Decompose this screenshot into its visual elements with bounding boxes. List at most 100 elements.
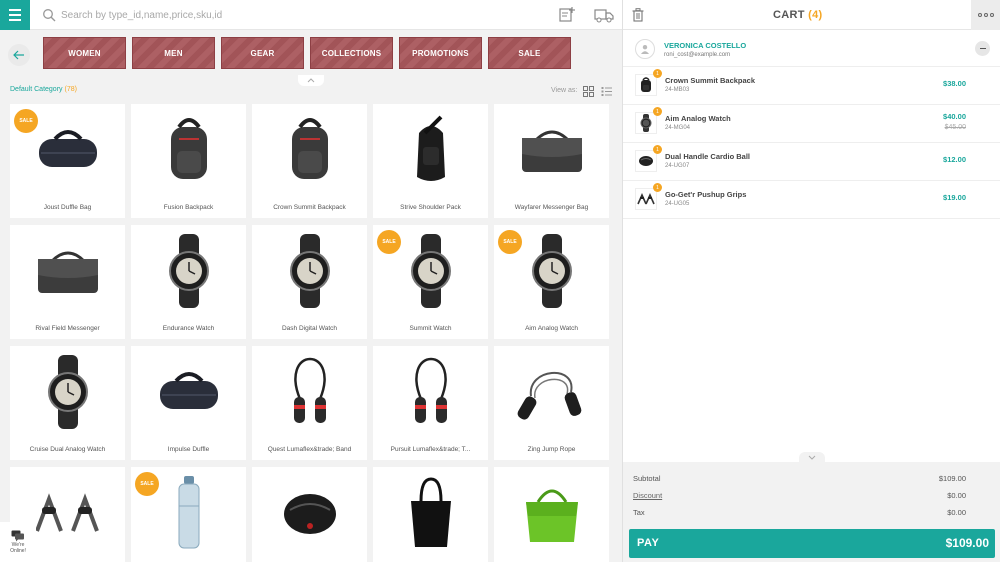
item-original-price: $45.00 <box>944 124 966 131</box>
sale-badge: SALE <box>14 109 38 133</box>
backpack-icon <box>635 74 657 96</box>
product-card[interactable]: Dash Digital Watch <box>252 225 367 339</box>
grid-view-icon[interactable] <box>583 86 594 97</box>
product-name: Fusion Backpack <box>163 204 214 211</box>
product-name: Strive Shoulder Pack <box>400 204 461 211</box>
chat-widget[interactable]: We're Online! <box>0 522 36 562</box>
sale-badge: SALE <box>135 472 159 496</box>
sale-badge: SALE <box>498 230 522 254</box>
category-women[interactable]: WOMEN <box>43 37 126 69</box>
top-bar <box>0 0 622 30</box>
totals-panel: Subtotal $109.00 Discount $0.00 Tax $0.0… <box>623 462 1000 562</box>
catalog-pane: WOMEN MEN GEAR COLLECTIONS PROMOTIONS SA… <box>0 0 622 562</box>
product-card[interactable] <box>494 467 609 562</box>
backpack-icon <box>252 108 367 192</box>
item-sku: 24-UG07 <box>665 163 690 169</box>
product-card[interactable]: SALE Summit Watch <box>373 225 488 339</box>
back-button[interactable] <box>8 44 30 66</box>
item-qty-badge: 1 <box>653 183 662 192</box>
item-price: $40.00 <box>943 112 966 121</box>
product-name: Zing Jump Rope <box>527 446 576 453</box>
shoulder-pack-icon <box>373 108 488 192</box>
category-promotions[interactable]: PROMOTIONS <box>399 37 482 69</box>
sale-badge: SALE <box>377 230 401 254</box>
category-collections[interactable]: COLLECTIONS <box>310 37 393 69</box>
item-qty-badge: 1 <box>653 145 662 154</box>
item-qty-badge: 1 <box>653 69 662 78</box>
customer-row[interactable]: VERONICA COSTELLO roni_cost@example.com <box>623 31 1000 67</box>
product-name: Summit Watch <box>409 325 452 332</box>
more-options-button[interactable] <box>971 0 1000 30</box>
view-as-label: View as: <box>551 87 578 94</box>
product-card[interactable] <box>373 467 488 562</box>
product-card[interactable]: Strive Shoulder Pack <box>373 104 488 218</box>
product-card[interactable]: SALE Aim Analog Watch <box>494 225 609 339</box>
expand-totals-toggle[interactable] <box>799 452 825 462</box>
cart-item[interactable]: 1 Go-Get'r Pushup Grips 24-UG05 $19.00 <box>623 181 1000 219</box>
item-name: Dual Handle Cardio Ball <box>665 152 751 161</box>
cart-item[interactable]: 1 Crown Summit Backpack 24-MB03 $38.00 <box>623 67 1000 105</box>
item-sku: 24-MB03 <box>665 87 690 93</box>
product-name: Crown Summit Backpack <box>273 204 346 211</box>
product-card[interactable]: Endurance Watch <box>131 225 246 339</box>
product-card[interactable]: SALE Joust Duffle Bag <box>10 104 125 218</box>
watch-icon <box>10 350 125 434</box>
list-view-icon[interactable] <box>601 86 612 97</box>
cart-header: CART (4) <box>623 0 1000 30</box>
customer-email: roni_cost@example.com <box>664 52 731 58</box>
category-gear[interactable]: GEAR <box>221 37 304 69</box>
item-price: $19.00 <box>943 193 966 202</box>
product-card[interactable]: Quest Lumaflex&trade; Band <box>252 346 367 460</box>
watch-icon <box>635 112 657 134</box>
product-name: Wayfarer Messenger Bag <box>514 204 589 211</box>
product-name: Rival Field Messenger <box>35 325 100 332</box>
backpack-icon <box>131 108 246 192</box>
watch-icon <box>131 229 246 313</box>
menu-button[interactable] <box>0 0 30 30</box>
product-card[interactable]: Crown Summit Backpack <box>252 104 367 218</box>
product-name: Joust Duffle Bag <box>43 204 92 211</box>
pay-button[interactable]: PAY $109.00 <box>629 529 995 558</box>
resistance-band-icon <box>373 350 488 434</box>
product-name: Cruise Dual Analog Watch <box>29 446 106 453</box>
product-name: Quest Lumaflex&trade; Band <box>267 446 352 453</box>
product-card[interactable]: Rival Field Messenger <box>10 225 125 339</box>
item-price: $38.00 <box>943 79 966 88</box>
cardio-ball-icon <box>252 471 367 555</box>
remove-customer-button[interactable] <box>975 41 990 56</box>
category-men[interactable]: MEN <box>132 37 215 69</box>
jump-rope-icon <box>494 350 609 434</box>
product-card[interactable]: SALE <box>131 467 246 562</box>
cart-title: CART (4) <box>773 9 823 21</box>
chat-bubble-icon <box>11 530 24 542</box>
tote-bag-icon <box>373 471 488 555</box>
product-card[interactable]: Fusion Backpack <box>131 104 246 218</box>
category-sale[interactable]: SALE <box>488 37 571 69</box>
product-card[interactable]: Pursuit Lumaflex&trade; T... <box>373 346 488 460</box>
cart-pane: CART (4) VERONICA COSTELLO roni_cost@exa… <box>622 0 1000 562</box>
cart-item[interactable]: 1 Dual Handle Cardio Ball 24-UG07 $12.00 <box>623 143 1000 181</box>
product-name: Impulse Duffle <box>167 446 210 453</box>
product-card[interactable]: Cruise Dual Analog Watch <box>10 346 125 460</box>
messenger-bag-icon <box>494 108 609 192</box>
product-name: Endurance Watch <box>162 325 215 332</box>
product-card[interactable]: Impulse Duffle <box>131 346 246 460</box>
product-card[interactable]: Zing Jump Rope <box>494 346 609 460</box>
truck-icon[interactable] <box>594 6 614 24</box>
cart-item[interactable]: 1 Aim Analog Watch 24-MG04 $40.00 $45.00 <box>623 105 1000 143</box>
item-qty-badge: 1 <box>653 107 662 116</box>
search-input[interactable] <box>58 4 528 26</box>
item-sku: 24-MG04 <box>665 125 691 131</box>
add-custom-product-icon[interactable] <box>558 6 576 24</box>
chevron-down-icon <box>808 455 816 460</box>
product-card[interactable]: Wayfarer Messenger Bag <box>494 104 609 218</box>
arrow-left-icon <box>13 50 24 60</box>
gym-bag-icon <box>494 471 609 555</box>
discount-link[interactable]: Discount <box>633 491 662 500</box>
trash-icon[interactable] <box>632 8 644 22</box>
user-avatar-icon <box>635 39 655 59</box>
product-card[interactable] <box>252 467 367 562</box>
product-name: Pursuit Lumaflex&trade; T... <box>390 446 471 453</box>
messenger-bag-icon <box>10 229 125 313</box>
collapse-categories-toggle[interactable] <box>298 75 324 86</box>
